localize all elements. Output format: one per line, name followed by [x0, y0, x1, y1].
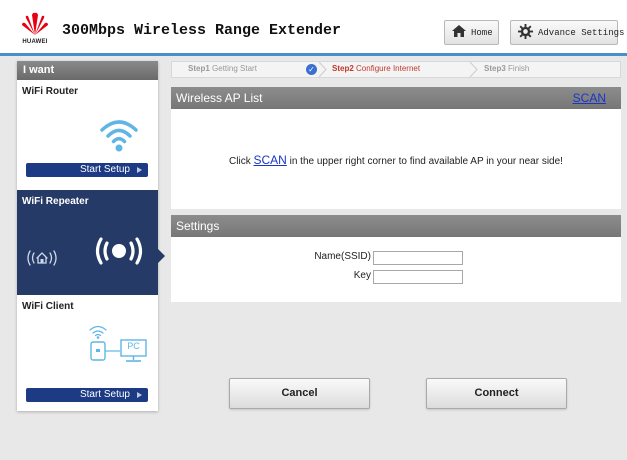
arrow-right-icon	[137, 167, 142, 173]
home-button-label: Home	[471, 27, 493, 38]
step-1: Step1 Getting Start	[188, 64, 257, 73]
step-label: Getting Start	[212, 64, 257, 73]
settings-header: Settings	[171, 215, 621, 237]
step-3: Step3 Finish	[484, 64, 529, 73]
settings-panel: Settings Name(SSID) Key	[171, 215, 621, 302]
ap-list-message: Click SCAN in the upper right corner to …	[171, 153, 621, 167]
home-icon	[452, 25, 466, 40]
inline-scan-link[interactable]: SCAN	[254, 153, 287, 167]
scan-link[interactable]: SCAN	[573, 91, 606, 105]
ap-list-header: Wireless AP List SCAN	[171, 87, 621, 109]
selected-mode-pointer	[158, 249, 165, 263]
step-label: Finish	[508, 64, 530, 73]
step-label: Configure Internet	[356, 64, 421, 73]
router-start-setup-button[interactable]: Start Setup	[26, 163, 148, 177]
ssid-label: Name(SSID)	[314, 251, 371, 262]
step-number: Step1	[188, 64, 210, 73]
app-header: HUAWEI 300Mbps Wireless Range Extender H…	[0, 0, 627, 56]
pc-icon: PC	[120, 339, 147, 363]
connect-button[interactable]: Connect	[426, 378, 567, 409]
check-icon: ✓	[306, 64, 317, 75]
panel-title: Settings	[176, 219, 220, 233]
advance-settings-label: Advance Settings	[538, 27, 625, 38]
start-setup-label: Start Setup	[79, 389, 130, 400]
step-number: Step3	[484, 64, 506, 73]
client-start-setup-button[interactable]: Start Setup	[26, 388, 148, 402]
house-wave-icon	[25, 248, 59, 271]
advance-settings-button[interactable]: Advance Settings	[510, 20, 624, 45]
sidebar-heading: I want	[17, 61, 158, 80]
mode-label: WiFi Client	[22, 301, 74, 312]
home-button[interactable]: Home	[444, 20, 499, 45]
key-input[interactable]	[373, 270, 463, 284]
mode-wifi-router[interactable]: WiFi Router Start Setup	[17, 80, 158, 190]
mode-label: WiFi Router	[22, 86, 79, 97]
mode-label: WiFi Repeater	[22, 196, 89, 207]
step-separator	[318, 62, 327, 77]
arrow-right-icon	[137, 392, 142, 398]
logo-text: HUAWEI	[22, 39, 48, 45]
cancel-button[interactable]: Cancel	[229, 378, 370, 409]
message-text: in the upper right corner to find availa…	[289, 156, 563, 167]
mode-wifi-client[interactable]: WiFi Client PC Start Setup	[17, 295, 158, 411]
mode-sidebar: I want WiFi Router Start Setup WiFi Repe…	[17, 61, 158, 411]
gear-icon	[518, 23, 533, 42]
app-title: 300Mbps Wireless Range Extender	[62, 22, 342, 39]
setup-steps: Step1 Getting Start ✓ Step2 Configure In…	[171, 61, 621, 78]
wireless-ap-list-panel: Wireless AP List SCAN Click SCAN in the …	[171, 87, 621, 209]
start-setup-label: Start Setup	[79, 164, 130, 175]
wifi-icon	[99, 116, 139, 155]
mode-wifi-repeater[interactable]: WiFi Repeater	[17, 190, 158, 295]
message-text: Click	[229, 156, 251, 167]
repeater-wave-icon	[93, 236, 145, 269]
key-label: Key	[353, 270, 371, 281]
panel-title: Wireless AP List	[176, 91, 263, 105]
step-number: Step2	[332, 64, 354, 73]
pc-label: PC	[127, 341, 140, 351]
ssid-input[interactable]	[373, 251, 463, 265]
step-2: Step2 Configure Internet	[332, 64, 420, 73]
step-separator	[469, 62, 478, 77]
huawei-logo: HUAWEI	[20, 9, 50, 49]
